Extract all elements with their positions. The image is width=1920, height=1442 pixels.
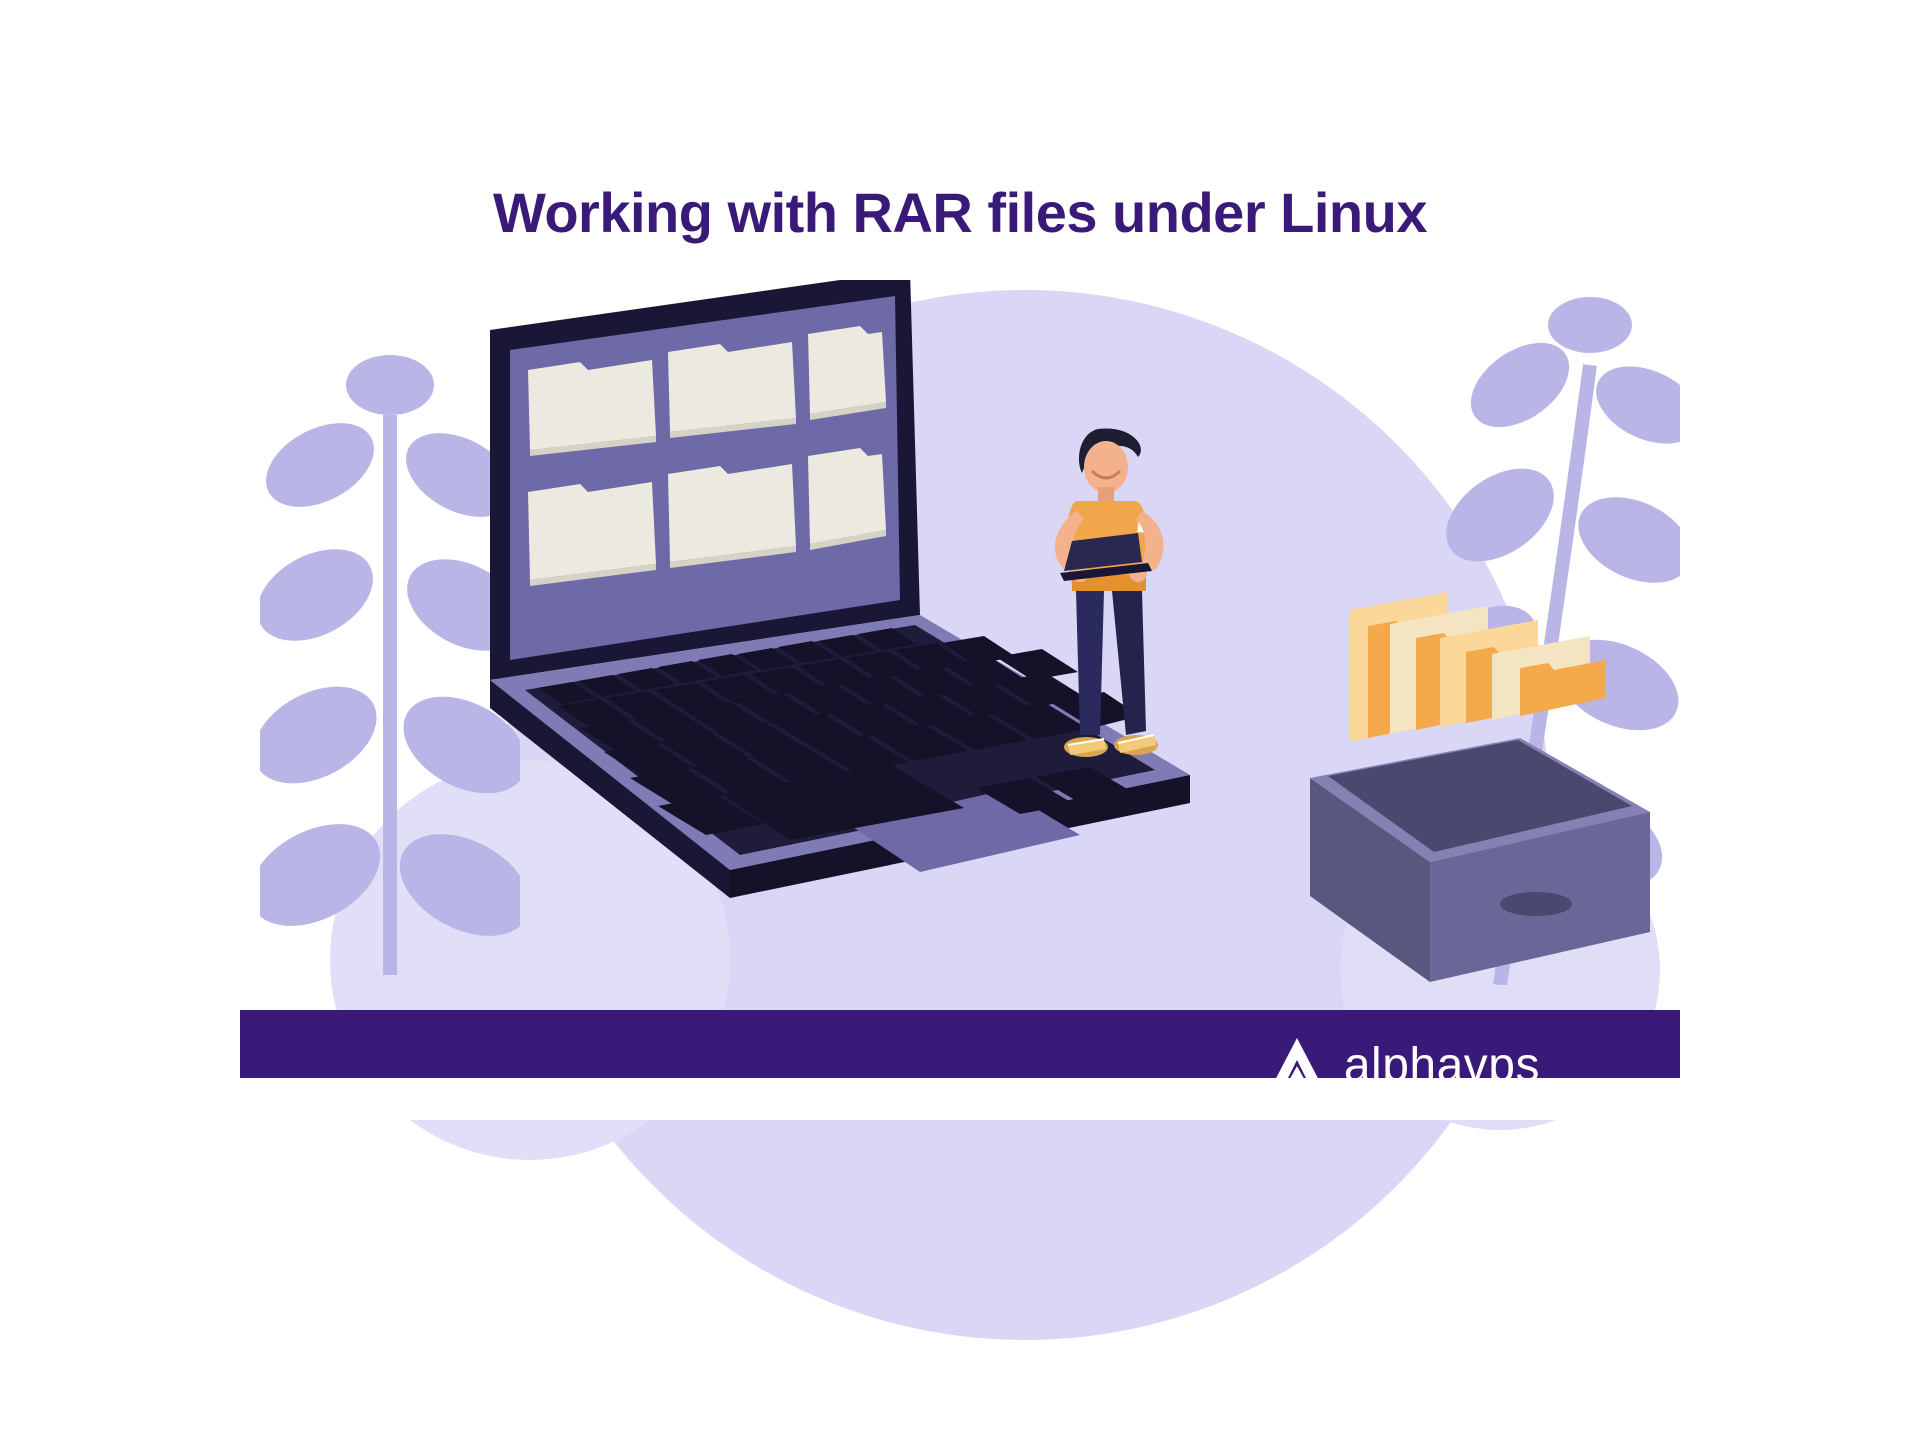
folder-icon (668, 342, 796, 438)
footer-white-strip (240, 1078, 1680, 1120)
folder-icon (808, 326, 886, 420)
folder-icon (668, 464, 796, 568)
folder-icon (528, 482, 656, 586)
folder-icon (808, 448, 886, 550)
file-drawer-illustration (1290, 590, 1680, 1010)
person-illustration (1020, 415, 1220, 835)
folder-icon (528, 360, 656, 456)
page-title: Working with RAR files under Linux (240, 180, 1680, 245)
hero-illustration: Working with RAR files under Linux alpha… (240, 160, 1680, 1120)
